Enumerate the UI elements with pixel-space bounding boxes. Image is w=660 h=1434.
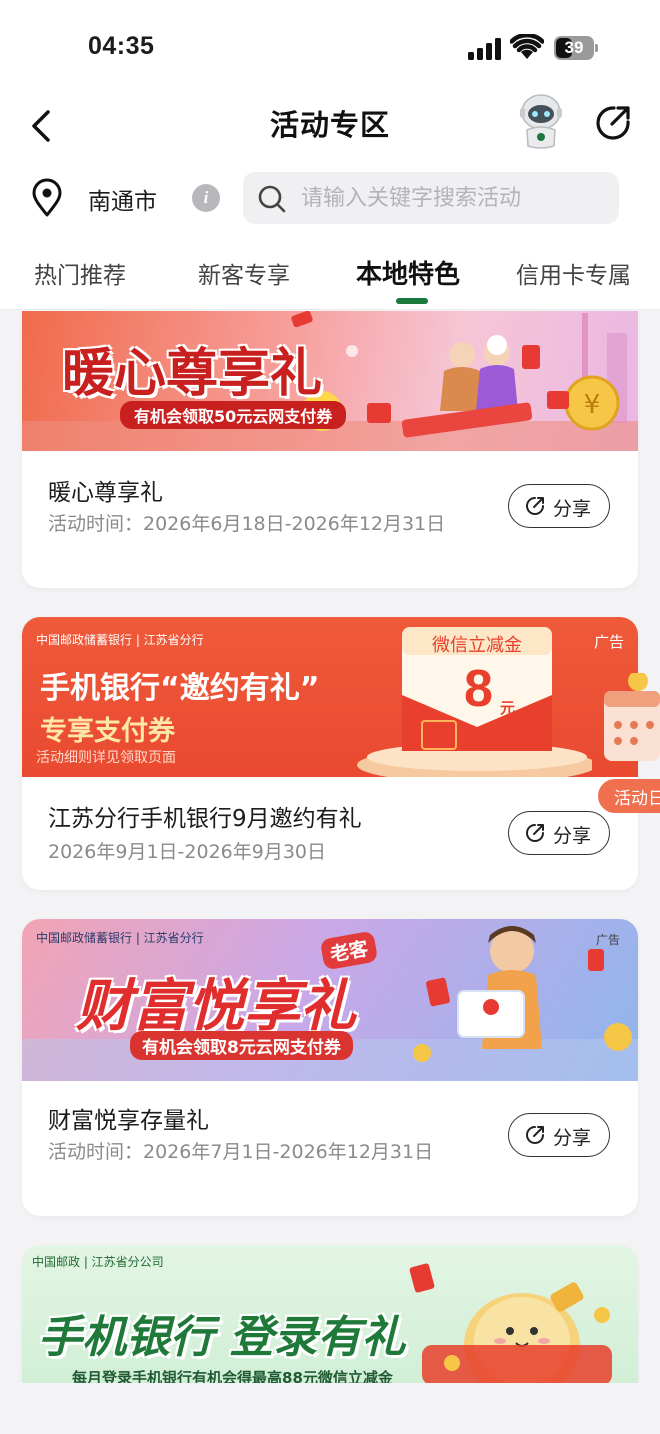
coupon-value: 8 [464, 660, 493, 718]
ad-label: 广告 [594, 633, 625, 651]
share-icon [526, 497, 544, 515]
coupon-title: 微信立减金 [432, 635, 522, 656]
info-icon[interactable]: i [192, 184, 220, 212]
status-time: 04:35 [88, 32, 155, 60]
location-search-bar: 南通市 i [0, 162, 660, 234]
card-date: 2026年9月1日-2026年9月30日 [48, 841, 327, 863]
activity-banner[interactable]: 中国邮政储蓄银行 | 江苏省分行 老客 财富悦享礼 有机会领取8元云网支付券 广… [22, 919, 638, 1081]
activity-feed: ¥ 暖心尊享礼 有机会领取50元云网支付券 暖心尊享礼 活动时间：2026年6月… [0, 311, 660, 1383]
tab-local-special[interactable]: 本地特色 [356, 254, 460, 291]
coupon-unit: 元 [500, 699, 516, 717]
search-input[interactable] [301, 172, 611, 224]
search-icon [258, 185, 286, 213]
banner-note: 活动细则详见领取页面 [36, 750, 176, 766]
battery-level: 39 [564, 38, 584, 57]
banner-subtitle: 有机会领取8元云网支付券 [130, 1031, 353, 1060]
share-button[interactable]: 分享 [508, 811, 610, 855]
banner-subtitle: 专享支付券 [40, 716, 175, 747]
ad-label: 广告 [596, 933, 621, 947]
wifi-icon [510, 34, 544, 59]
status-bar: 04:35 39 [0, 0, 660, 96]
banner-headline: 手机银行 登录有礼 [38, 1312, 406, 1363]
card-title: 财富悦享存量礼 [48, 1108, 209, 1134]
active-tab-indicator [396, 298, 428, 304]
search-box[interactable] [243, 172, 619, 224]
share-button[interactable]: 分享 [508, 484, 610, 528]
category-tab-bar: 热门推荐 新客专享 本地特色 信用卡专属 [0, 234, 660, 310]
card-title: 江苏分行手机银行9月邀约有礼 [48, 806, 362, 832]
card-date: 活动时间：2026年7月1日-2026年12月31日 [48, 1141, 434, 1163]
activity-card[interactable]: 中国邮政储蓄银行 | 江苏省分行 手机银行“邀约有礼” 专享支付券 活动细则详见… [22, 617, 660, 890]
tab-new-customer[interactable]: 新客专享 [198, 256, 290, 290]
card-title: 暖心尊享礼 [48, 480, 163, 506]
activity-card[interactable]: 中国邮政储蓄银行 | 江苏省分行 老客 财富悦享礼 有机会领取8元云网支付券 广… [22, 919, 638, 1216]
city-selector[interactable]: 南通市 [88, 182, 157, 216]
cellular-signal-icon [468, 38, 504, 60]
tab-credit-card[interactable]: 信用卡专属 [516, 256, 631, 290]
activity-banner[interactable]: 中国邮政 | 江苏省分公司 手机银行 登录有礼 每月登录手机银行有机会得最高88… [22, 1245, 638, 1383]
location-pin-icon[interactable] [30, 178, 64, 218]
floating-calendar-illustration [604, 673, 660, 761]
share-icon [526, 1126, 544, 1144]
side-tag-label: 活动日 [614, 789, 660, 809]
banner-headline: 财富悦享礼 [76, 974, 356, 1039]
bottom-safe-area [0, 1383, 660, 1434]
share-label: 分享 [553, 1127, 592, 1149]
banner-headline: 暖心尊享礼 [62, 344, 323, 404]
navigation-bar: 活动专区 [0, 94, 660, 162]
share-button[interactable]: 分享 [508, 1113, 610, 1157]
share-label: 分享 [553, 825, 592, 847]
activity-card[interactable]: 中国邮政 | 江苏省分公司 手机银行 登录有礼 每月登录手机银行有机会得最高88… [22, 1245, 638, 1383]
bank-logo-text: 中国邮政 | 江苏省分公司 [32, 1255, 164, 1269]
side-activity-tag[interactable]: 活动日 [598, 779, 660, 813]
banner-headline: 手机银行“邀约有礼” [40, 671, 320, 706]
share-page-icon[interactable] [592, 102, 634, 144]
bank-logo-text: 中国邮政储蓄银行 | 江苏省分行 [36, 931, 204, 945]
share-icon [526, 824, 544, 842]
tab-hot-recommend[interactable]: 热门推荐 [34, 256, 126, 290]
battery-icon: 39 [554, 36, 598, 60]
activity-banner[interactable]: 中国邮政储蓄银行 | 江苏省分行 手机银行“邀约有礼” 专享支付券 活动细则详见… [22, 617, 638, 777]
bank-logo-text: 中国邮政储蓄银行 | 江苏省分行 [36, 633, 204, 647]
banner-subtitle: 每月登录手机银行有机会得最高88元微信立减金 [72, 1369, 393, 1383]
robot-assistant-avatar[interactable] [510, 90, 572, 152]
activity-card[interactable]: ¥ 暖心尊享礼 有机会领取50元云网支付券 暖心尊享礼 活动时间：2026年6月… [22, 311, 638, 588]
share-label: 分享 [553, 498, 592, 520]
banner-subtitle: 有机会领取50元云网支付券 [120, 401, 347, 429]
svg-text:¥: ¥ [584, 390, 601, 420]
card-date: 活动时间：2026年6月18日-2026年12月31日 [48, 513, 446, 535]
activity-banner[interactable]: ¥ 暖心尊享礼 有机会领取50元云网支付券 [22, 311, 638, 451]
